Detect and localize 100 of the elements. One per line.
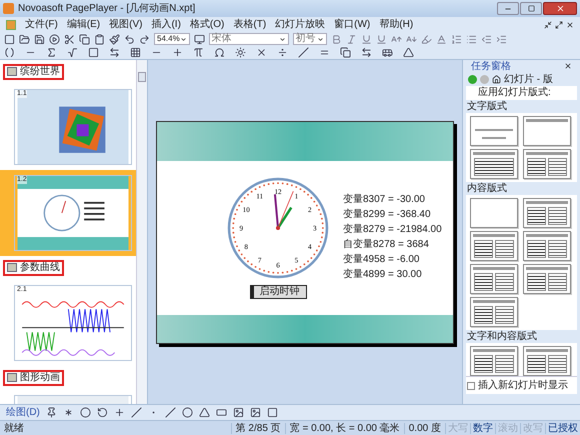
zoom-dropdown[interactable]: 54.4%	[154, 33, 190, 45]
picture-icon[interactable]	[250, 407, 261, 418]
play-icon[interactable]	[49, 34, 60, 44]
redo-icon[interactable]	[139, 34, 150, 44]
monitor-icon[interactable]	[194, 34, 205, 44]
menu-item[interactable]: 幻灯片放映	[275, 18, 326, 30]
close-icon[interactable]	[564, 62, 572, 70]
indent-icon[interactable]	[496, 34, 507, 44]
group-header: 文字和内容版式	[466, 330, 577, 343]
radical-icon[interactable]	[67, 47, 78, 58]
times-icon[interactable]	[256, 47, 267, 58]
layout-thumbnail[interactable]	[470, 149, 518, 179]
triangle-icon[interactable]	[198, 407, 210, 418]
caret-icon[interactable]	[278, 36, 286, 42]
page-indicator: 第 2/85 页	[230, 422, 285, 434]
menu-item[interactable]: 格式(O)	[190, 18, 224, 30]
pane-title: 任务窗格	[471, 60, 511, 72]
font-grow-icon[interactable]	[390, 34, 402, 44]
layout-thumbnail[interactable]	[470, 264, 518, 294]
layout-thumbnail[interactable]	[523, 149, 571, 179]
menu-item[interactable]: 插入(I)	[151, 18, 181, 30]
folder-icon[interactable]	[19, 34, 30, 44]
italic-icon[interactable]	[346, 34, 357, 44]
outdent-icon[interactable]	[480, 34, 492, 44]
underline-icon[interactable]	[360, 34, 372, 44]
folder-icon	[7, 373, 17, 382]
image-icon[interactable]	[232, 407, 244, 418]
cut-icon[interactable]	[64, 34, 75, 44]
section-header[interactable]: 缤纷世界	[3, 64, 64, 80]
restore-icon[interactable]	[544, 20, 552, 28]
layout-thumbnail[interactable]	[470, 297, 518, 327]
circle-icon[interactable]	[182, 407, 193, 418]
divide-icon[interactable]	[277, 47, 288, 58]
font-shrink-icon[interactable]	[406, 34, 417, 44]
drawing-menu[interactable]: 绘图(D)	[6, 407, 40, 418]
layout-thumbnail[interactable]	[470, 116, 518, 146]
grid-icon[interactable]	[130, 47, 141, 58]
close-icon[interactable]	[566, 20, 574, 28]
font-dropdown[interactable]: 宋体	[208, 33, 289, 45]
layout-thumbnail[interactable]	[523, 116, 571, 146]
rectangle-icon[interactable]	[216, 407, 227, 418]
maximize-button[interactable]	[520, 2, 542, 15]
layout-thumbnail[interactable]	[470, 198, 518, 228]
layout-thumbnail[interactable]	[523, 231, 571, 261]
new-icon[interactable]	[4, 34, 15, 44]
checkbox[interactable]	[467, 382, 475, 390]
layout-thumbnail[interactable]	[523, 198, 571, 228]
caret-icon[interactable]	[316, 36, 324, 42]
layout-thumbnail[interactable]	[523, 346, 571, 376]
parentheses-icon[interactable]	[4, 47, 15, 58]
layout-thumbnail[interactable]	[470, 346, 518, 376]
menu-item[interactable]: 视图(V)	[109, 18, 142, 30]
checkbox-label: 插入新幻灯片时显示	[478, 380, 568, 391]
underline-icon[interactable]	[376, 34, 387, 44]
pane-selector[interactable]: 幻灯片 - 版	[504, 74, 553, 84]
menu-item[interactable]: 表格(T)	[233, 18, 266, 30]
paste-icon[interactable]	[94, 34, 105, 44]
status-indicator: 数字	[470, 422, 495, 434]
layout-thumbnail[interactable]	[523, 264, 571, 294]
size-indicator: 宽 = 0.00, 长 = 0.00 毫米	[284, 422, 404, 434]
swap-icon[interactable]	[361, 47, 372, 58]
close-button[interactable]	[543, 2, 577, 15]
variable-readout: 自变量8278 = 3684	[343, 239, 430, 251]
variable-readout: 变量8299 = -368.40	[343, 209, 432, 221]
pi-icon[interactable]	[193, 47, 204, 58]
layers-icon[interactable]	[340, 47, 351, 58]
start-clock-button[interactable]: 启动时钟	[250, 284, 306, 298]
scrollbar[interactable]	[136, 60, 147, 404]
section-header[interactable]: 参数曲线	[3, 260, 64, 276]
sigma-icon[interactable]	[46, 47, 57, 58]
status-text: 就绪	[3, 422, 24, 434]
brush-icon[interactable]	[109, 34, 120, 44]
slash-icon[interactable]	[298, 47, 309, 58]
menu-item[interactable]: 窗口(W)	[334, 18, 370, 30]
maximize-icon[interactable]	[555, 20, 563, 28]
maximize-icon[interactable]	[528, 5, 534, 12]
box-icon[interactable]	[88, 47, 99, 58]
font-color-icon[interactable]	[436, 34, 447, 44]
size-dropdown[interactable]: 初号	[292, 33, 327, 45]
menu-item[interactable]: 编辑(E)	[66, 18, 100, 30]
line-icon[interactable]	[164, 407, 176, 418]
clock-hands	[274, 190, 294, 230]
numbered-list-icon[interactable]	[450, 34, 462, 44]
menu-item[interactable]: 文件(F)	[25, 18, 58, 30]
section-header[interactable]: 图形动画	[3, 370, 64, 386]
undo-icon[interactable]	[124, 34, 135, 44]
save-icon[interactable]	[34, 34, 45, 44]
copy-icon[interactable]	[79, 34, 90, 44]
layout-thumbnail[interactable]	[470, 231, 518, 261]
highlighter-icon[interactable]	[420, 34, 432, 44]
caret-icon[interactable]	[180, 36, 187, 42]
rotate-icon[interactable]	[96, 407, 108, 418]
frame-icon[interactable]	[266, 407, 278, 418]
omega-icon[interactable]	[214, 47, 225, 58]
pin-icon[interactable]	[46, 407, 57, 418]
menu-item[interactable]: 帮助(H)	[379, 18, 414, 30]
bold-icon[interactable]	[330, 34, 342, 44]
home-icon[interactable]	[492, 74, 501, 84]
arrow-icon[interactable]	[109, 47, 120, 58]
asterisk-icon[interactable]	[62, 407, 74, 418]
